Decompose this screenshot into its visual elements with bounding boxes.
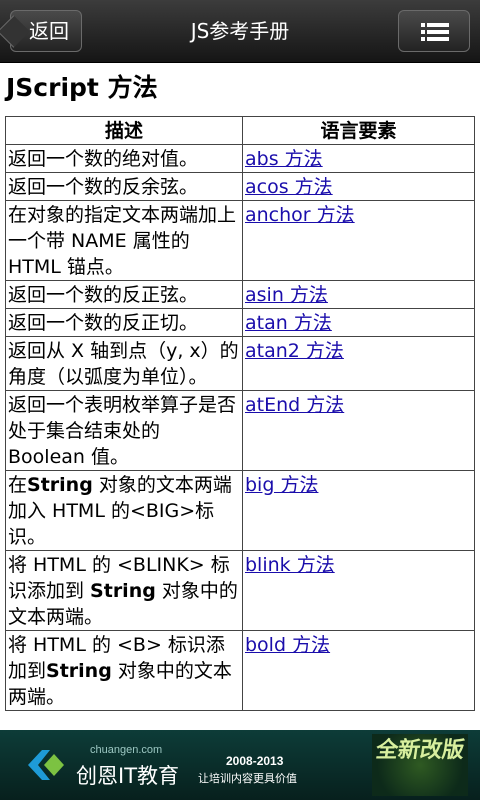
row-description: 将 HTML 的 <BLINK> 标识添加到 String 对象中的文本两端。 [5,550,243,631]
ad-banner[interactable]: chuangen.com 创恩IT教育 2008-2013 让培训内容更具价值 … [0,730,480,800]
method-link[interactable]: blink 方法 [245,554,335,576]
methods-table: 描述 语言要素 返回一个数的绝对值。 abs 方法返回一个数的反余弦。 acos 方… [5,116,475,711]
row-description: 返回一个数的绝对值。 [5,144,243,173]
row-language-element: big 方法 [242,470,475,551]
method-link[interactable]: acos 方法 [245,176,333,198]
table-row: 返回一个数的绝对值。 abs 方法 [5,144,475,173]
new-version-badge: 全新改版 [372,734,468,796]
table-row: 返回一个表明枚举算子是否处于集合结束处的 Boolean 值。 atEnd 方法 [5,390,475,471]
table-row: 将 HTML 的 <BLINK> 标识添加到 String 对象中的文本两端。 b… [5,550,475,631]
chuangen-logo-icon [28,750,64,780]
row-description: 返回从 X 轴到点（y, x）的角度（以弧度为单位）。 [5,336,243,391]
description-text: 返回一个数的绝对值。 [8,148,199,170]
row-language-element: abs 方法 [242,144,475,173]
row-description: 返回一个数的反余弦。 [5,172,243,201]
table-row: 返回一个数的反正弦。 asin 方法 [5,280,475,309]
method-link[interactable]: abs 方法 [245,148,323,170]
banner-slogan: 让培训内容更具价值 [198,772,297,785]
description-text: 返回一个数的反正弦。 [8,284,199,306]
top-navigation-bar: 返回 JS参考手册 [0,0,480,63]
column-header-language-element: 语言要素 [242,116,475,145]
object-name: String [27,474,93,496]
description-text: 返回从 X 轴到点（y, x）的角度（以弧度为单位）。 [8,340,239,388]
description-text: 在对象的指定文本两端加上一个带 NAME 属性的 HTML 锚点。 [8,204,237,278]
page-title: JS参考手册 [190,19,290,43]
menu-button[interactable] [398,10,470,52]
table-row: 在对象的指定文本两端加上一个带 NAME 属性的 HTML 锚点。 anchor … [5,200,475,281]
badge-text: 全新改版 [374,738,466,763]
row-description: 返回一个数的反正切。 [5,308,243,337]
back-button-label: 返回 [29,19,69,43]
object-name: String [46,660,112,682]
row-language-element: blink 方法 [242,550,475,631]
method-link[interactable]: atan2 方法 [245,340,344,362]
row-language-element: atan2 方法 [242,336,475,391]
description-text: 返回一个表明枚举算子是否处于集合结束处的 Boolean 值。 [8,394,237,468]
description-text: 在 [8,474,28,496]
description-text: 返回一个数的反正切。 [8,312,199,334]
method-link[interactable]: bold 方法 [245,634,330,656]
method-link[interactable]: atan 方法 [245,312,332,334]
method-link[interactable]: atEnd 方法 [245,394,344,416]
table-header-row: 描述 语言要素 [5,116,475,145]
banner-brand: 创恩IT教育 [76,764,180,788]
row-language-element: anchor 方法 [242,200,475,281]
row-description: 在String 对象的文本两端加入 HTML 的<BIG>标识。 [5,470,243,551]
row-language-element: bold 方法 [242,630,475,711]
page-heading: JScript 方法 [6,73,158,102]
row-description: 返回一个表明枚举算子是否处于集合结束处的 Boolean 值。 [5,390,243,471]
banner-years: 2008-2013 [226,754,284,768]
list-icon [421,23,449,41]
table-row: 在String 对象的文本两端加入 HTML 的<BIG>标识。 big 方法 [5,470,475,551]
description-text: 返回一个数的反余弦。 [8,176,199,198]
column-header-description: 描述 [5,116,243,145]
table-row: 将 HTML 的 <B> 标识添加到String 对象中的文本两端。 bold 方… [5,630,475,711]
banner-url: chuangen.com [90,744,163,756]
object-name: String [90,580,156,602]
table-row: 返回从 X 轴到点（y, x）的角度（以弧度为单位）。 atan2 方法 [5,336,475,391]
table-row: 返回一个数的反正切。 atan 方法 [5,308,475,337]
method-link[interactable]: asin 方法 [245,284,328,306]
row-language-element: acos 方法 [242,172,475,201]
table-row: 返回一个数的反余弦。 acos 方法 [5,172,475,201]
method-link[interactable]: big 方法 [245,474,318,496]
row-description: 在对象的指定文本两端加上一个带 NAME 属性的 HTML 锚点。 [5,200,243,281]
row-language-element: atEnd 方法 [242,390,475,471]
method-link[interactable]: anchor 方法 [245,204,355,226]
row-description: 返回一个数的反正弦。 [5,280,243,309]
main-content: JScript 方法 描述 语言要素 返回一个数的绝对值。 abs 方法 返回一个数… [0,62,480,730]
row-description: 将 HTML 的 <B> 标识添加到String 对象中的文本两端。 [5,630,243,711]
back-button[interactable]: 返回 [10,10,82,52]
row-language-element: atan 方法 [242,308,475,337]
row-language-element: asin 方法 [242,280,475,309]
